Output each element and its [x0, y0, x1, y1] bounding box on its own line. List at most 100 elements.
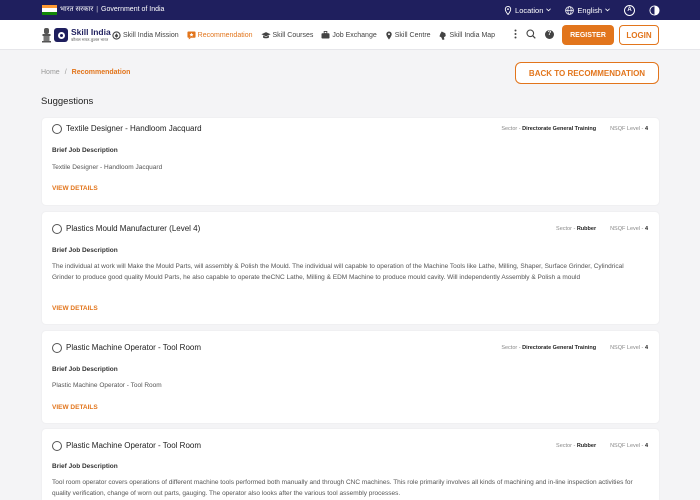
skill-badge-ring: [57, 31, 65, 39]
graduation-cap-icon: [260, 31, 271, 38]
chevron-down-icon: [605, 8, 610, 12]
nav-item-label: Job Exchange: [332, 31, 377, 39]
sector-label: Sector -: [501, 345, 521, 351]
brand-name: Skill India: [71, 27, 111, 38]
job-meta: Sector - Rubber NSQF Level - 4: [556, 226, 648, 232]
sector-value: Directorate General Training: [522, 126, 597, 132]
login-button[interactable]: LOGIN: [619, 25, 659, 45]
accessibility-glyph: A: [627, 7, 632, 13]
job-title: Plastic Machine Operator - Tool Room: [66, 441, 202, 450]
chevron-down-icon: [546, 8, 552, 12]
nav-menu: Skill India Mission Recommendation Skill…: [112, 20, 495, 50]
more-vertical-icon[interactable]: [514, 29, 517, 39]
breadcrumb-separator: /: [64, 69, 67, 76]
register-button[interactable]: REGISTER: [562, 25, 614, 45]
nsqf-value: 4: [644, 345, 648, 351]
map-pin-icon: [386, 30, 392, 40]
nav-item-skill-courses[interactable]: Skill Courses: [260, 31, 314, 40]
language-selector[interactable]: English: [565, 6, 610, 15]
briefcase-icon: [321, 31, 330, 39]
government-english: Government of India: [101, 6, 165, 13]
utility-links: Location English A: [504, 3, 660, 17]
brief-description-heading: Brief Job Description: [52, 463, 118, 470]
nsqf-value: 4: [644, 126, 648, 132]
back-to-recommendation-button[interactable]: BACK TO RECOMMENDATION: [515, 62, 659, 84]
brand-text: Skill India कौशल भारत-कुशल भारत: [71, 28, 111, 42]
nav-item-skill-india-mission[interactable]: Skill India Mission: [112, 30, 179, 40]
view-details-link[interactable]: VIEW DETAILS: [52, 185, 98, 192]
flag-green-stripe: [42, 11, 57, 15]
nav-item-label: Skill India Mission: [123, 31, 179, 39]
nav-item-label: Recommendation: [197, 31, 253, 39]
brief-description-heading: Brief Job Description: [52, 147, 118, 154]
nav-item-skill-centre[interactable]: Skill Centre: [385, 30, 431, 40]
sector-value: Directorate General Training: [522, 345, 597, 351]
government-label: भारत सरकार | Government of India: [60, 5, 164, 14]
india-flag-icon: [42, 5, 57, 15]
job-title: Textile Designer - Handloom Jacquard: [66, 124, 202, 133]
nsqf-label: NSQF Level -: [610, 345, 644, 351]
map-icon: [438, 30, 446, 40]
view-details-link[interactable]: VIEW DETAILS: [52, 404, 98, 411]
job-select-radio[interactable]: [52, 124, 62, 134]
brand-tagline: कौशल भारत-कुशल भारत: [71, 36, 109, 42]
job-description: Plastic Machine Operator - Tool Room: [52, 382, 162, 389]
language-label: English: [577, 5, 602, 15]
nav-item-job-exchange[interactable]: Job Exchange: [321, 31, 377, 39]
section-title: Suggestions: [41, 96, 94, 107]
job-description: Textile Designer - Handloom Jacquard: [52, 164, 163, 171]
brief-description-heading: Brief Job Description: [52, 366, 118, 373]
sector-label: Sector -: [556, 226, 576, 232]
sector-value: Rubber: [576, 443, 597, 449]
nsqf-value: 4: [644, 226, 648, 232]
job-select-radio[interactable]: [52, 343, 62, 353]
nav-item-label: Skill Centre: [394, 31, 431, 39]
nsqf-label: NSQF Level -: [610, 443, 644, 449]
contrast-toggle-icon[interactable]: [649, 4, 660, 16]
breadcrumb-current: Recommendation: [71, 69, 131, 76]
skill-india-logo[interactable]: Skill India कौशल भारत-कुशल भारत: [41, 26, 111, 44]
job-card: Plastic Machine Operator - Tool Room Sec…: [42, 331, 659, 423]
sector-label: Sector -: [501, 126, 521, 132]
nav-item-skill-india-map[interactable]: Skill India Map: [438, 30, 496, 40]
job-meta: Sector - Directorate General Training NSQ…: [501, 345, 648, 351]
job-title: Plastic Machine Operator - Tool Room: [66, 343, 202, 352]
government-hindi: भारत सरकार: [60, 6, 94, 13]
nsqf-label: NSQF Level -: [610, 126, 644, 132]
accessibility-icon[interactable]: A: [624, 4, 635, 16]
help-icon[interactable]: ?: [545, 29, 554, 39]
government-separator: |: [96, 6, 99, 13]
national-emblem-icon: [42, 28, 51, 43]
skill-badge-icon: [54, 28, 68, 42]
job-description: Tool room operator covers operations of …: [52, 479, 633, 497]
search-icon[interactable]: [526, 29, 536, 39]
nav-item-label: Skill India Map: [449, 31, 496, 39]
nav-utility-icons: ?: [514, 29, 554, 39]
breadcrumb-home-link[interactable]: Home: [41, 69, 60, 76]
location-selector[interactable]: Location: [504, 5, 552, 15]
brief-description-heading: Brief Job Description: [52, 247, 118, 254]
job-card: Plastic Machine Operator - Tool Room Sec…: [42, 429, 659, 500]
sector-label: Sector -: [556, 443, 576, 449]
job-card: Textile Designer - Handloom Jacquard Sec…: [42, 118, 659, 205]
job-card: Plastics Mould Manufacturer (Level 4) Se…: [42, 212, 659, 324]
job-meta: Sector - Directorate General Training NSQ…: [501, 126, 648, 132]
government-top-bar: भारत सरकार | Government of India Location …: [0, 0, 700, 20]
recommendation-icon: [187, 30, 196, 40]
view-details-link[interactable]: VIEW DETAILS: [52, 305, 98, 312]
nsqf-label: NSQF Level -: [610, 226, 644, 232]
mission-icon: [112, 30, 121, 40]
breadcrumb: Home / Recommendation: [41, 69, 130, 76]
job-title: Plastics Mould Manufacturer (Level 4): [66, 224, 201, 233]
nav-item-recommendation[interactable]: Recommendation: [187, 30, 253, 40]
job-select-radio[interactable]: [52, 224, 62, 234]
nav-item-label: Skill Courses: [272, 31, 314, 39]
location-pin-icon: [504, 5, 512, 15]
job-description: The individual at work will Make the Mou…: [52, 263, 624, 281]
globe-icon: [565, 5, 575, 15]
nsqf-value: 4: [644, 443, 648, 449]
job-meta: Sector - Rubber NSQF Level - 4: [556, 443, 648, 449]
job-select-radio[interactable]: [52, 441, 62, 451]
sector-value: Rubber: [576, 226, 597, 232]
help-glyph: ?: [547, 31, 552, 37]
